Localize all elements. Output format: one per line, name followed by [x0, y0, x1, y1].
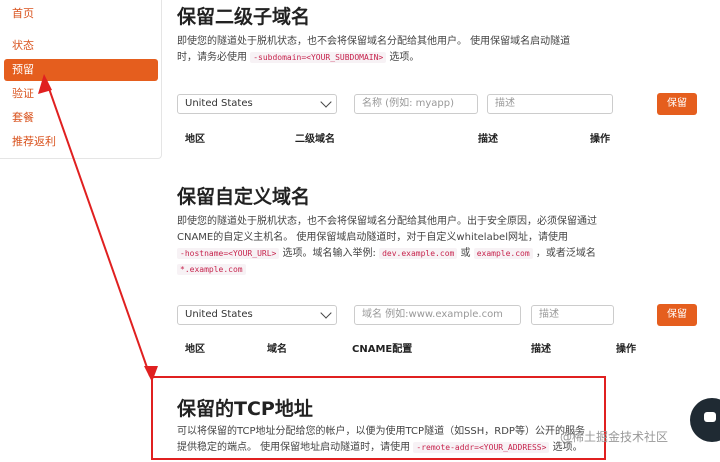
column-header: 描述	[531, 344, 551, 355]
column-header: 域名	[267, 344, 287, 355]
region-select[interactable]: United States	[177, 94, 337, 114]
column-header: 描述	[478, 134, 498, 145]
region-select-value: United States	[185, 309, 253, 320]
subdomain-name-input[interactable]: 名称 (例如: myapp)	[354, 94, 478, 114]
section-desc-subdomain: 即使您的隧道处于脱机状态，也不会将保留域名分配给其他用户。 使用保留域名启动隧道…	[177, 34, 617, 66]
desc-text: 选项。	[389, 52, 420, 63]
region-select-value: United States	[185, 98, 253, 109]
subdomain-desc-input[interactable]: 描述	[487, 94, 613, 114]
sidebar-item-home[interactable]: 首页	[4, 3, 158, 25]
section-desc-custom-domain: 即使您的隧道处于脱机状态，也不会将保留域名分配给其他用户。出于安全原因，必须保留…	[177, 214, 637, 278]
code-snippet: -subdomain=<YOUR_SUBDOMAIN>	[250, 52, 387, 63]
region-select[interactable]: United States	[177, 305, 337, 325]
code-snippet: -hostname=<YOUR_URL>	[177, 248, 280, 259]
desc-text: 或	[460, 248, 471, 259]
desc-text: 时，请务必使用	[177, 52, 247, 63]
code-snippet: example.com	[473, 248, 533, 259]
sidebar-item-verify[interactable]: 验证	[4, 83, 158, 105]
code-snippet: *.example.com	[177, 264, 246, 275]
desc-line: 即使您的隧道处于脱机状态，也不会将保留域名分配给其他用户。出于安全原因，必须保留…	[177, 216, 597, 227]
sidebar-item-status[interactable]: 状态	[4, 35, 158, 57]
desc-line: 即使您的隧道处于脱机状态，也不会将保留域名分配给其他用户。 使用保留域名启动隧道	[177, 36, 571, 47]
sidebar: 首页 状态 预留 验证 套餐 推荐返利	[0, 0, 162, 159]
custom-domain-desc-input[interactable]: 描述	[531, 305, 614, 325]
annotation-highlight-box	[151, 376, 606, 460]
chat-icon[interactable]	[690, 398, 720, 442]
chevron-down-icon	[320, 96, 332, 108]
column-header: 地区	[185, 344, 205, 355]
desc-line: *.example.com	[177, 262, 637, 278]
sidebar-item-plans[interactable]: 套餐	[4, 107, 158, 129]
section-title-subdomain: 保留二级子域名	[177, 6, 311, 28]
reserve-custom-domain-button[interactable]: 保留	[657, 304, 697, 326]
desc-line: CNAME的自定义主机名。 使用保留域启动隧道时，对于自定义whitelabel…	[177, 232, 568, 243]
chevron-down-icon	[320, 307, 332, 319]
sidebar-item-referral[interactable]: 推荐返利	[4, 131, 158, 153]
desc-text: ，或者泛域名	[535, 248, 596, 259]
custom-domain-input[interactable]: 域名 例如:www.example.com	[354, 305, 521, 325]
section-title-custom-domain: 保留自定义域名	[177, 186, 311, 208]
desc-line: -hostname=<YOUR_URL> 选项。域名输入举例: dev.exam…	[177, 246, 637, 262]
column-header: 操作	[590, 134, 610, 145]
column-header: 二级域名	[295, 134, 335, 145]
desc-text: 选项。域名输入举例:	[282, 248, 376, 259]
code-snippet: dev.example.com	[379, 248, 458, 259]
column-header: 地区	[185, 134, 205, 145]
watermark: @稀土掘金技术社区	[560, 430, 669, 444]
desc-line: 时，请务必使用 -subdomain=<YOUR_SUBDOMAIN> 选项。	[177, 50, 617, 66]
column-header: CNAME配置	[352, 344, 413, 355]
reserve-subdomain-button[interactable]: 保留	[657, 93, 697, 115]
column-header: 操作	[616, 344, 636, 355]
sidebar-item-reserve[interactable]: 预留	[4, 59, 158, 81]
